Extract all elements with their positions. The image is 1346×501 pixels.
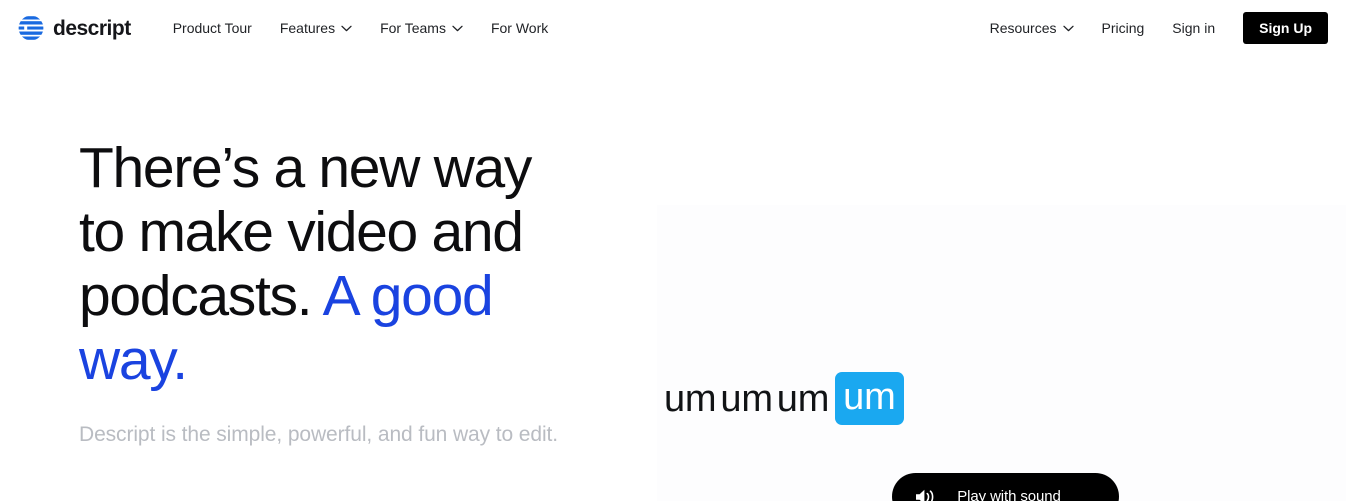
nav-item-sign-in[interactable]: Sign in <box>1158 15 1229 41</box>
secondary-navigation: Resources Pricing Sign in Sign Up <box>976 12 1328 44</box>
brand-wordmark: descript <box>53 16 131 40</box>
chevron-down-icon <box>452 25 463 32</box>
nav-label: For Work <box>490 20 549 36</box>
nav-label: Product Tour <box>172 20 252 36</box>
site-header: descript Product Tour Features For Teams… <box>0 0 1346 56</box>
nav-item-product-tour[interactable]: Product Tour <box>159 15 266 41</box>
hero-subtitle: Descript is the simple, powerful, and fu… <box>79 423 558 446</box>
sign-up-button[interactable]: Sign Up <box>1243 12 1328 44</box>
nav-label: Features <box>279 20 336 36</box>
nav-label: Resources <box>989 20 1057 36</box>
nav-item-for-work[interactable]: For Work <box>477 15 562 41</box>
play-button-label: Play with sound <box>957 488 1061 501</box>
chevron-down-icon <box>341 25 352 32</box>
transcript-word-highlighted[interactable]: um <box>835 372 904 425</box>
hero-section: There’s a new way to make video and podc… <box>0 56 1346 501</box>
nav-label: For Teams <box>380 20 446 36</box>
chevron-down-icon <box>1062 25 1074 32</box>
nav-label: Sign in <box>1172 20 1216 36</box>
brand-logo-link[interactable]: descript <box>18 15 131 41</box>
hero-copy: There’s a new way to make video and podc… <box>79 136 584 451</box>
transcript-word[interactable]: um <box>775 380 831 418</box>
nav-label: Pricing <box>1101 20 1145 36</box>
nav-item-for-teams[interactable]: For Teams <box>366 15 477 41</box>
speaker-sound-icon <box>916 489 934 501</box>
nav-item-features[interactable]: Features <box>266 15 366 41</box>
descript-logo-icon <box>18 16 44 40</box>
play-with-sound-button[interactable]: Play with sound <box>892 473 1119 501</box>
page-title: There’s a new way to make video and podc… <box>79 136 584 392</box>
landing-page: descript Product Tour Features For Teams… <box>0 0 1346 501</box>
primary-navigation: Product Tour Features For Teams For Work <box>159 15 563 41</box>
nav-item-resources[interactable]: Resources <box>976 15 1088 41</box>
transcript-word[interactable]: um <box>662 380 718 418</box>
transcript-word[interactable]: um <box>718 380 774 418</box>
transcript-line: um um um um <box>662 372 1346 425</box>
video-preview-panel[interactable]: um um um um Play with sound <box>657 205 1346 501</box>
nav-item-pricing[interactable]: Pricing <box>1088 15 1159 41</box>
